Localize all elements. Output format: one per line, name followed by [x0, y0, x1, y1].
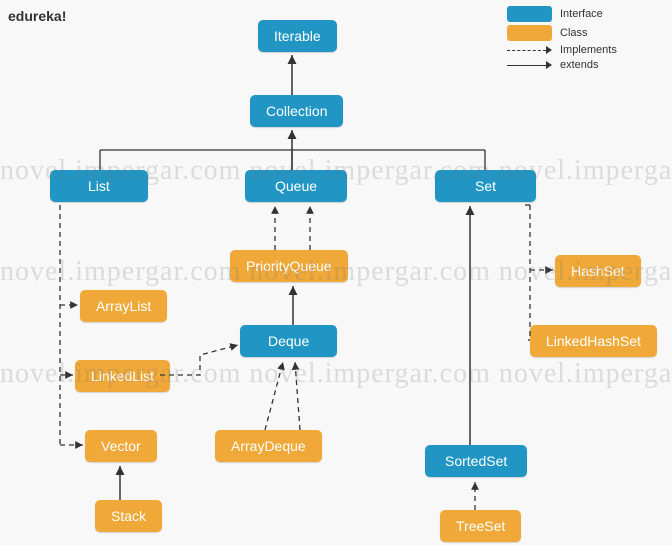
brand-logo: edureka! — [8, 8, 66, 24]
node-treeset: TreeSet — [440, 510, 521, 542]
node-priorityqueue: PriorityQueue — [230, 250, 348, 282]
node-vector: Vector — [85, 430, 157, 462]
legend-label-class: Class — [560, 27, 588, 39]
node-stack: Stack — [95, 500, 162, 532]
node-collection: Collection — [250, 95, 343, 127]
node-iterable: Iterable — [258, 20, 337, 52]
legend-implements: Implements — [507, 44, 657, 56]
legend-label-implements: Implements — [560, 44, 617, 56]
legend-line-extends — [507, 61, 552, 69]
node-linkedhashset: LinkedHashSet — [530, 325, 657, 357]
node-list: List — [50, 170, 148, 202]
legend-swatch-interface — [507, 6, 552, 22]
legend-label-extends: extends — [560, 59, 599, 71]
legend-interface: Interface — [507, 6, 657, 22]
node-arraydeque: ArrayDeque — [215, 430, 322, 462]
legend-swatch-class — [507, 25, 552, 41]
legend-line-implements — [507, 46, 552, 54]
legend-extends: extends — [507, 59, 657, 71]
legend: Interface Class Implements extends — [507, 6, 657, 74]
node-queue: Queue — [245, 170, 347, 202]
node-set: Set — [435, 170, 536, 202]
node-deque: Deque — [240, 325, 337, 357]
node-hashset: HashSet — [555, 255, 641, 287]
node-sortedset: SortedSet — [425, 445, 527, 477]
legend-label-interface: Interface — [560, 8, 603, 20]
node-linkedlist: LinkedList — [75, 360, 170, 392]
legend-class: Class — [507, 25, 657, 41]
node-arraylist: ArrayList — [80, 290, 167, 322]
